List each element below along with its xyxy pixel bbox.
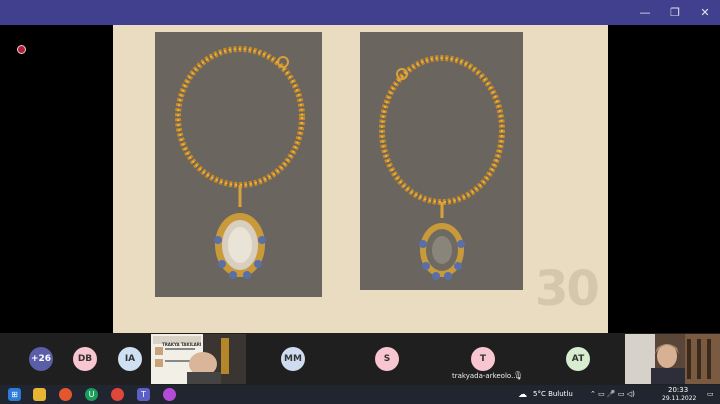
taskbar: ⊞ U T ☁ 5°C Bulutlu ⌃ ▭ 🎤 ▭ ◁) 20:33 29.… bbox=[0, 385, 720, 404]
u-app-icon[interactable]: U bbox=[85, 388, 98, 401]
pendant-photo-right bbox=[360, 32, 523, 290]
notification-icon[interactable]: ▭ bbox=[707, 390, 714, 398]
cloud-icon: ☁ bbox=[518, 390, 527, 400]
close-icon: ✕ bbox=[700, 6, 710, 19]
participant-avatar-mm[interactable]: MM bbox=[281, 347, 305, 371]
shared-slide: 30 bbox=[113, 25, 608, 333]
presenter-name-label: trakyada-arkeolo... bbox=[452, 372, 518, 380]
maximize-icon: ❐ bbox=[670, 6, 680, 19]
participant-strip: +26 DB IA TRAKYA TAKILARI MM S T AT bbox=[0, 333, 720, 385]
recording-indicator-icon bbox=[17, 45, 26, 54]
file-explorer-icon[interactable] bbox=[33, 388, 46, 401]
minimize-icon: — bbox=[639, 6, 651, 19]
maximize-button[interactable]: ❐ bbox=[660, 0, 690, 25]
tray-icons[interactable]: ⌃ ▭ 🎤 ▭ ◁) bbox=[590, 390, 635, 398]
meeting-window: — ❐ ✕ 30 +26 DB IA TRAKYA TAKILARI MM S … bbox=[0, 0, 720, 404]
presenter-poster-title: TRAKYA TAKILARI bbox=[162, 342, 202, 347]
participant-video-tile-self[interactable] bbox=[625, 334, 720, 384]
weather-label[interactable]: 5°C Bulutlu bbox=[533, 390, 573, 398]
teams-icon[interactable]: T bbox=[137, 388, 150, 401]
microphone-icon: 🎙 bbox=[513, 371, 524, 380]
slide-number: 30 bbox=[535, 261, 600, 317]
start-icon[interactable]: ⊞ bbox=[8, 388, 21, 401]
participant-avatar-at[interactable]: AT bbox=[566, 347, 590, 371]
more-participants-button[interactable]: +26 bbox=[29, 347, 53, 371]
necklace-image-right bbox=[379, 55, 505, 280]
pendant-photo-left bbox=[155, 32, 322, 297]
participant-avatar-ia[interactable]: IA bbox=[118, 347, 142, 371]
necklace-image-left bbox=[175, 46, 305, 279]
title-bar: — ❐ ✕ bbox=[0, 0, 720, 25]
participant-avatar-db[interactable]: DB bbox=[73, 347, 97, 371]
participant-avatar-t[interactable]: T bbox=[471, 347, 495, 371]
participant-avatar-s[interactable]: S bbox=[375, 347, 399, 371]
chrome-icon[interactable] bbox=[111, 388, 124, 401]
firefox-icon[interactable] bbox=[59, 388, 72, 401]
app-icon[interactable] bbox=[163, 388, 176, 401]
clock-time[interactable]: 20:33 bbox=[668, 386, 688, 394]
minimize-button[interactable]: — bbox=[630, 0, 660, 25]
clock-date[interactable]: 29.11.2022 bbox=[662, 395, 696, 402]
close-button[interactable]: ✕ bbox=[690, 0, 720, 25]
